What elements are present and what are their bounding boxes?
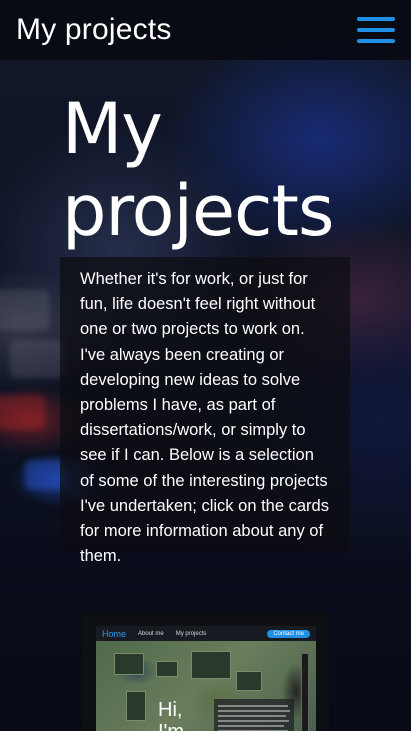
text-line [218, 715, 286, 717]
preview-nav-projects: My projects [175, 630, 207, 637]
keyboard-key-shape [0, 290, 50, 330]
text-line [218, 725, 284, 727]
preview-nav-bar: Home About me My projects Contact me [96, 626, 316, 641]
chip-shape [156, 661, 178, 677]
preview-heading-line2: I'm [158, 721, 184, 731]
keyboard-key-shape [0, 395, 45, 430]
preview-text-box [214, 699, 294, 731]
intro-text: Whether it's for work, or just for fun, … [80, 270, 329, 566]
page-title-line1: My [62, 88, 163, 170]
text-line [218, 710, 290, 712]
page-title: My projects [62, 88, 334, 252]
page-title-line2: projects [62, 170, 334, 252]
preview-nav-home: Home [102, 628, 127, 639]
keyboard-key-shape [10, 340, 65, 378]
menu-bar [357, 17, 395, 21]
site-title[interactable]: My projects [16, 13, 172, 47]
preview-nav-about: About me [138, 630, 164, 637]
text-line [218, 720, 289, 722]
cable-shape [301, 653, 309, 731]
text-line [218, 705, 288, 707]
hamburger-menu-icon[interactable] [357, 17, 395, 43]
intro-panel: Whether it's for work, or just for fun, … [60, 257, 350, 565]
menu-bar [357, 39, 395, 43]
chip-shape [114, 653, 144, 675]
project-card-preview: Home About me My projects Contact me Hi, [96, 626, 316, 731]
chip-shape [191, 651, 231, 679]
preview-nav-contact: Contact me [267, 629, 310, 638]
preview-heading-line1: Hi, [158, 699, 183, 721]
keyboard-key-shape [25, 460, 65, 490]
chip-shape [236, 671, 262, 691]
preview-heading: Hi, I'm [158, 699, 184, 731]
project-card[interactable]: Home About me My projects Contact me Hi, [82, 612, 329, 731]
preview-circuit-board-image [96, 641, 316, 731]
top-nav-bar: My projects [0, 0, 411, 60]
menu-bar [357, 28, 395, 32]
chip-shape [126, 691, 146, 721]
